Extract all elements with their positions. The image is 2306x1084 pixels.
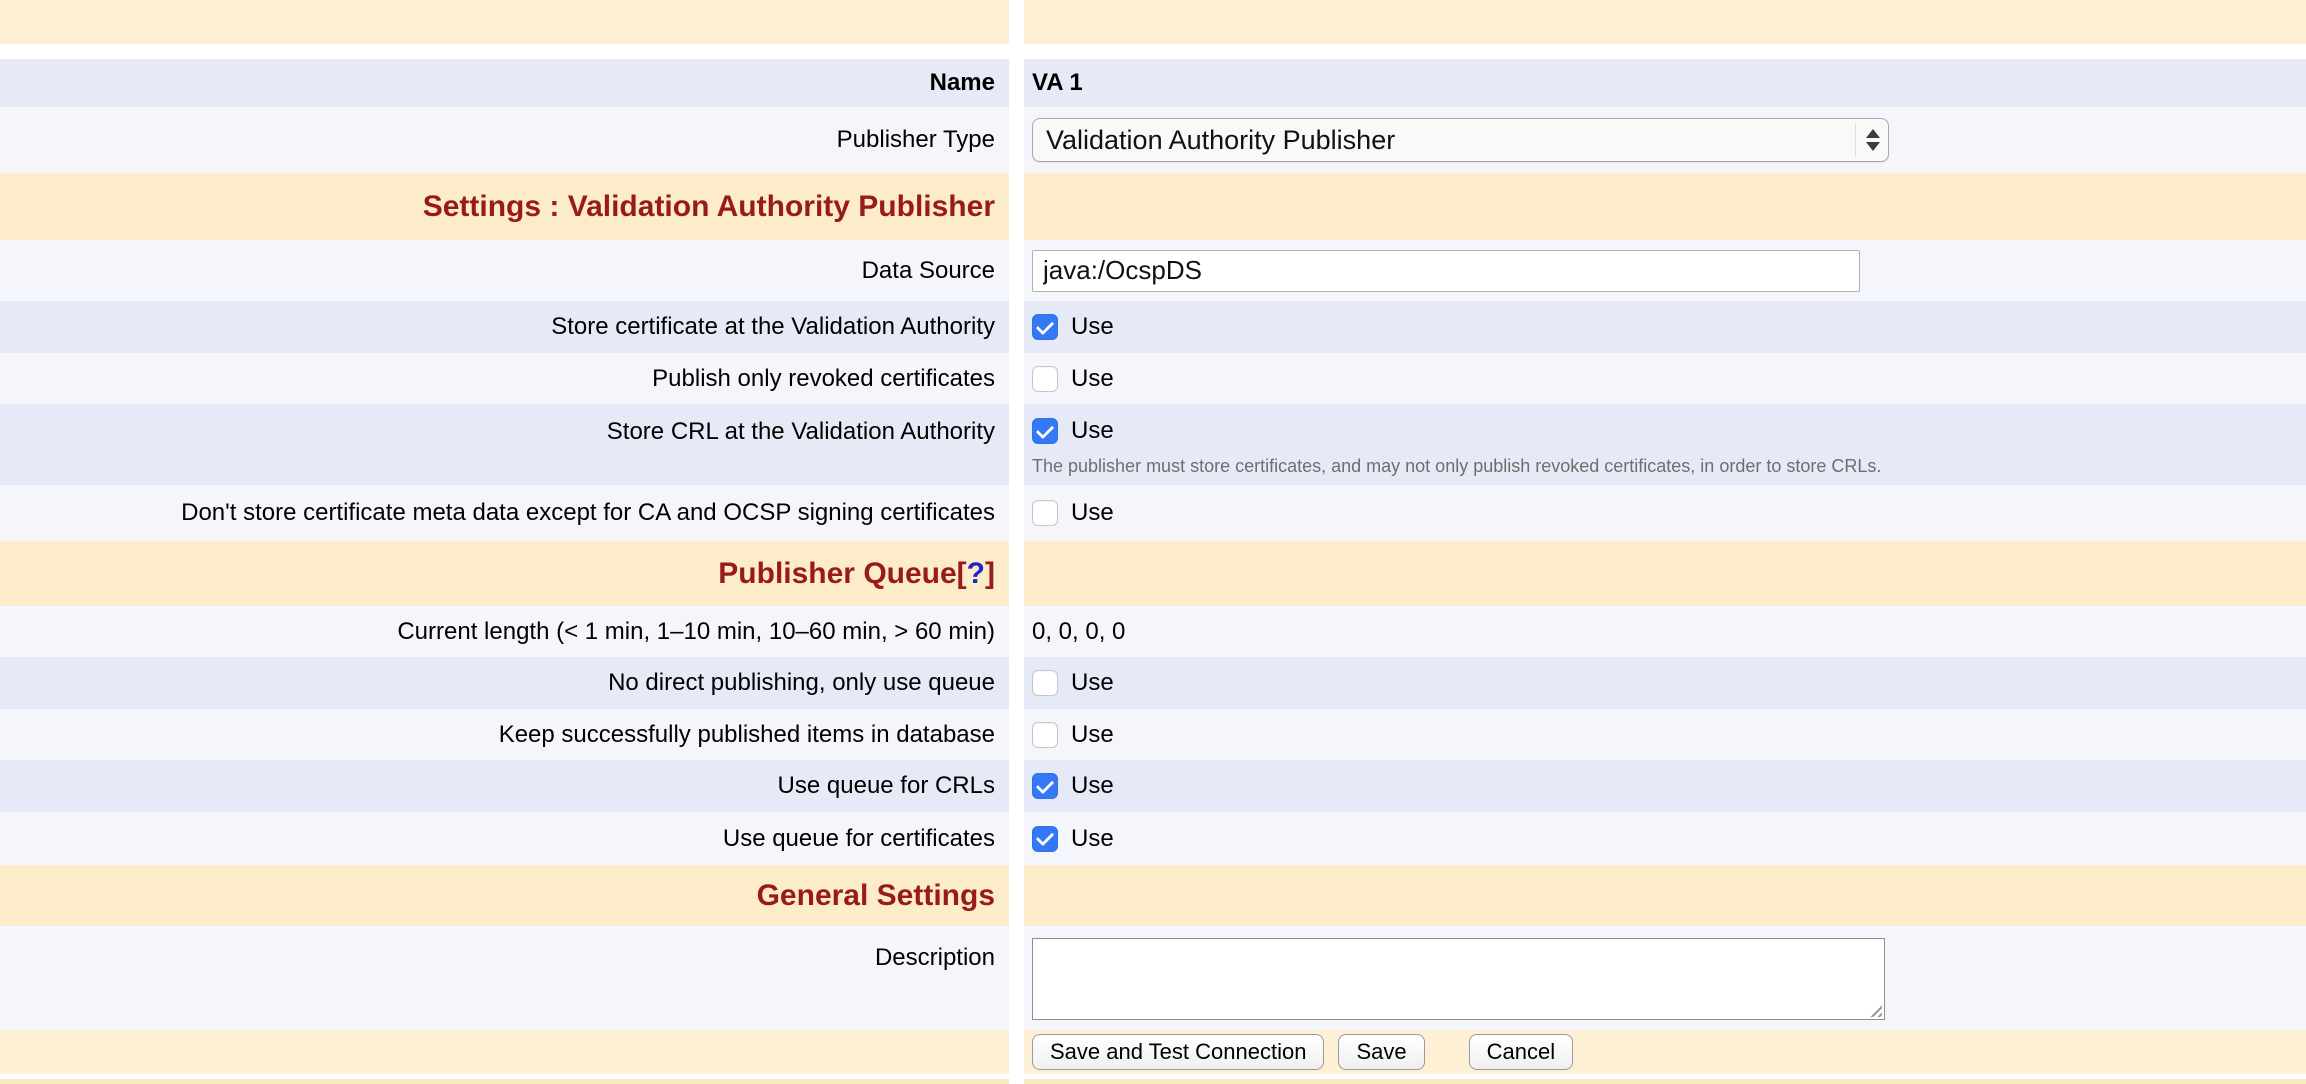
column-divider [1009,0,1024,44]
settings-section-header: Settings : Validation Authority Publishe… [0,173,2306,240]
select-stepper-icon [1855,124,1880,156]
no-direct-publishing-checkbox[interactable] [1032,670,1058,696]
keep-published-items-use-label: Use [1071,721,1114,749]
use-queue-certificates-row: Use queue for certificates Use [0,812,2306,865]
general-settings-section-header: General Settings [0,865,2306,926]
cancel-button[interactable]: Cancel [1469,1034,1573,1070]
store-certificate-label: Store certificate at the Validation Auth… [551,313,995,341]
data-source-input[interactable] [1032,250,1860,292]
use-queue-certificates-label: Use queue for certificates [723,825,995,853]
chevron-up-icon [1866,129,1880,138]
dont-store-meta-use-label: Use [1071,499,1114,527]
bottom-band [0,1079,2306,1084]
use-queue-crls-row: Use queue for CRLs Use [0,760,2306,812]
store-crl-row: Store CRL at the Validation Authority Us… [0,404,2306,485]
bracket-open: [ [957,557,967,591]
chevron-down-icon [1866,142,1880,151]
publisher-queue-section-title: Publisher Queue [718,557,956,591]
publish-only-revoked-use-label: Use [1071,365,1114,393]
store-crl-label: Store CRL at the Validation Authority [607,418,995,446]
store-certificate-checkbox[interactable] [1032,314,1058,340]
use-queue-crls-use-label: Use [1071,772,1114,800]
bracket-close: ] [985,557,995,591]
description-row: Description [0,926,2306,1030]
save-and-test-connection-button[interactable]: Save and Test Connection [1032,1034,1324,1070]
publish-only-revoked-label: Publish only revoked certificates [652,365,995,393]
publish-only-revoked-checkbox[interactable] [1032,366,1058,392]
store-crl-checkbox[interactable] [1032,418,1058,444]
keep-published-items-checkbox[interactable] [1032,722,1058,748]
general-settings-section-title: General Settings [757,879,995,913]
dont-store-meta-checkbox[interactable] [1032,500,1058,526]
save-button[interactable]: Save [1338,1034,1424,1070]
publisher-type-row: Publisher Type Validation Authority Publ… [0,107,2306,173]
store-crl-use-label: Use [1071,417,1114,445]
publisher-edit-page: Name VA 1 Publisher Type Validation Auth… [0,0,2306,1084]
publish-only-revoked-row: Publish only revoked certificates Use [0,353,2306,404]
description-textarea-wrap [1032,938,1885,1020]
publisher-type-select[interactable]: Validation Authority Publisher [1032,118,1889,162]
current-length-value: 0, 0, 0, 0 [1032,618,1125,646]
keep-published-items-label: Keep successfully published items in dat… [499,721,995,749]
data-source-label: Data Source [862,257,995,285]
name-value: VA 1 [1032,69,1083,97]
use-queue-certificates-use-label: Use [1071,825,1114,853]
publisher-type-label: Publisher Type [837,126,995,154]
data-source-row: Data Source [0,240,2306,301]
no-direct-publishing-row: No direct publishing, only use queue Use [0,657,2306,709]
current-length-label: Current length (< 1 min, 1–10 min, 10–60… [397,618,995,646]
publisher-queue-help-link[interactable]: ? [967,557,985,591]
name-label: Name [930,69,995,97]
publisher-queue-section-header: Publisher Queue [?] [0,541,2306,606]
description-textarea[interactable] [1032,938,1885,1020]
description-label: Description [875,944,995,972]
current-length-row: Current length (< 1 min, 1–10 min, 10–60… [0,606,2306,657]
publisher-type-selected-value: Validation Authority Publisher [1046,125,1855,156]
no-direct-publishing-label: No direct publishing, only use queue [608,669,995,697]
keep-published-items-row: Keep successfully published items in dat… [0,709,2306,760]
name-row: Name VA 1 [0,59,2306,107]
dont-store-meta-row: Don't store certificate meta data except… [0,485,2306,541]
use-queue-crls-checkbox[interactable] [1032,773,1058,799]
use-queue-crls-label: Use queue for CRLs [778,772,995,800]
no-direct-publishing-use-label: Use [1071,669,1114,697]
store-crl-help-text: The publisher must store certificates, a… [1032,456,1881,477]
store-certificate-use-label: Use [1071,313,1114,341]
use-queue-certificates-checkbox[interactable] [1032,826,1058,852]
actions-row: Save and Test Connection Save Cancel [0,1030,2306,1074]
row-separator [0,44,2306,59]
dont-store-meta-label: Don't store certificate meta data except… [181,499,995,527]
settings-section-title: Settings : Validation Authority Publishe… [423,190,995,224]
top-band [0,0,2306,44]
store-certificate-row: Store certificate at the Validation Auth… [0,301,2306,353]
